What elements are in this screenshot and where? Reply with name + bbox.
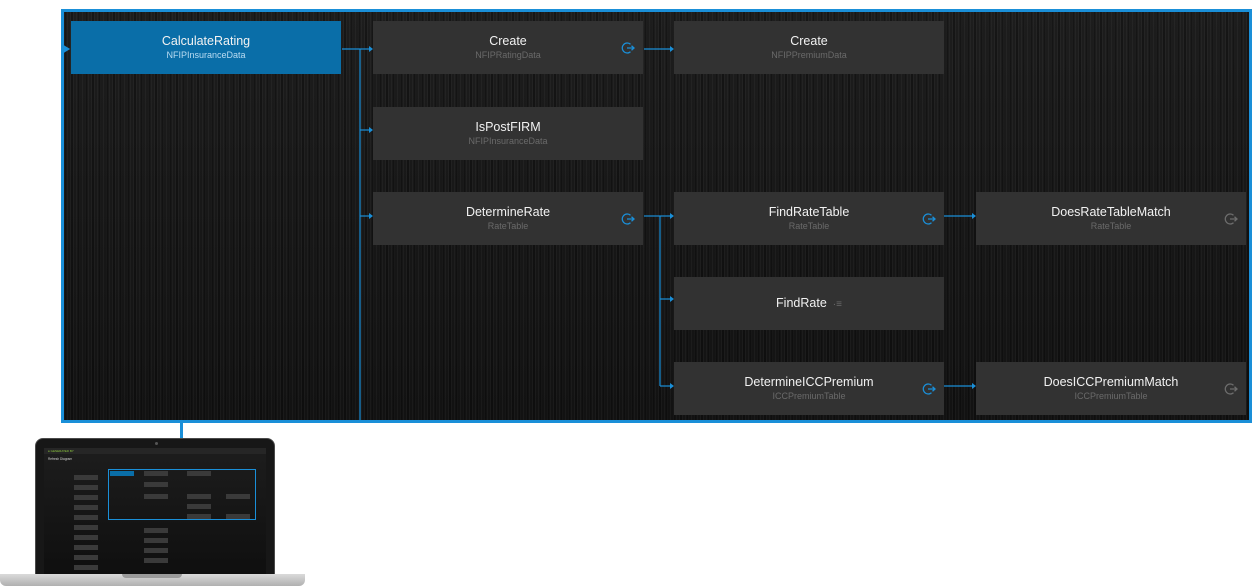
node-title: DoesICCPremiumMatch <box>1043 375 1179 389</box>
node-title: FindRateTable <box>768 205 850 219</box>
camera-dot <box>155 442 158 445</box>
node-subtitle: NFIPInsuranceData <box>468 136 548 146</box>
mini-title-bar: ● GENERATED BY <box>44 448 266 454</box>
enter-arrow-icon[interactable] <box>1224 382 1238 396</box>
node-title: Create <box>489 34 527 48</box>
node-subtitle: ICCPremiumTable <box>1074 391 1148 401</box>
node-subtitle: RateTable <box>788 221 830 231</box>
enter-arrow-icon[interactable] <box>621 212 635 226</box>
mini-node <box>74 495 98 500</box>
enter-arrow-icon[interactable] <box>621 41 635 55</box>
enter-arrow-icon[interactable] <box>922 212 936 226</box>
node-title: Create <box>790 34 828 48</box>
node-title: DoesRateTableMatch <box>1051 205 1171 219</box>
node-subtitle: NFIPRatingData <box>475 50 541 60</box>
mini-brand: ● GENERATED BY <box>48 449 74 453</box>
node-title: FindRate <box>776 295 827 310</box>
list-icon[interactable]: ·≡ <box>833 299 842 310</box>
node-subtitle: NFIPInsuranceData <box>166 50 246 60</box>
node-title: DetermineRate <box>465 205 551 219</box>
node-subtitle: RateTable <box>487 221 529 231</box>
node-subtitle: NFIPPremiumData <box>771 50 847 60</box>
mini-node <box>74 535 98 540</box>
mini-node <box>74 485 98 490</box>
node-title: CalculateRating <box>161 34 251 48</box>
mini-node <box>144 548 168 553</box>
mini-heading: Refresh Diagram <box>48 457 73 461</box>
mini-node <box>74 505 98 510</box>
node-subtitle: ICCPremiumTable <box>772 391 846 401</box>
node-determine-icc-premium[interactable]: DetermineICCPremium ICCPremiumTable <box>674 362 944 415</box>
mini-node <box>74 565 98 570</box>
laptop-base <box>0 574 305 586</box>
mini-node <box>144 558 168 563</box>
laptop-screen: ● GENERATED BY Refresh Diagram <box>44 448 266 574</box>
node-title: DetermineICCPremium <box>744 375 874 389</box>
mini-node <box>144 528 168 533</box>
node-subtitle: RateTable <box>1090 221 1132 231</box>
node-calculate-rating[interactable]: CalculateRating NFIPInsuranceData <box>71 21 341 74</box>
node-create-rating[interactable]: Create NFIPRatingData <box>373 21 643 74</box>
enter-arrow-icon[interactable] <box>922 382 936 396</box>
node-is-post-firm[interactable]: IsPostFIRM NFIPInsuranceData <box>373 107 643 160</box>
mini-node <box>74 545 98 550</box>
laptop-notch <box>122 574 182 578</box>
entry-arrow-icon <box>64 45 71 53</box>
mini-zoom-frame <box>108 469 256 520</box>
node-title-row: FindRate ·≡ <box>776 296 842 312</box>
node-find-rate-table[interactable]: FindRateTable RateTable <box>674 192 944 245</box>
node-title: IsPostFIRM <box>475 120 541 134</box>
zoomed-diagram-panel: CalculateRating NFIPInsuranceData Create… <box>61 9 1252 423</box>
laptop-thumbnail: ● GENERATED BY Refresh Diagram <box>35 438 275 575</box>
enter-arrow-icon[interactable] <box>1224 212 1238 226</box>
mini-node <box>144 538 168 543</box>
callout-connector <box>180 423 183 439</box>
node-does-rate-table-match[interactable]: DoesRateTableMatch RateTable <box>976 192 1246 245</box>
node-create-premium[interactable]: Create NFIPPremiumData <box>674 21 944 74</box>
mini-node <box>74 515 98 520</box>
mini-node <box>74 555 98 560</box>
node-does-icc-premium-match[interactable]: DoesICCPremiumMatch ICCPremiumTable <box>976 362 1246 415</box>
node-determine-rate[interactable]: DetermineRate RateTable <box>373 192 643 245</box>
mini-node <box>74 475 98 480</box>
mini-node <box>74 525 98 530</box>
node-find-rate[interactable]: FindRate ·≡ <box>674 277 944 330</box>
